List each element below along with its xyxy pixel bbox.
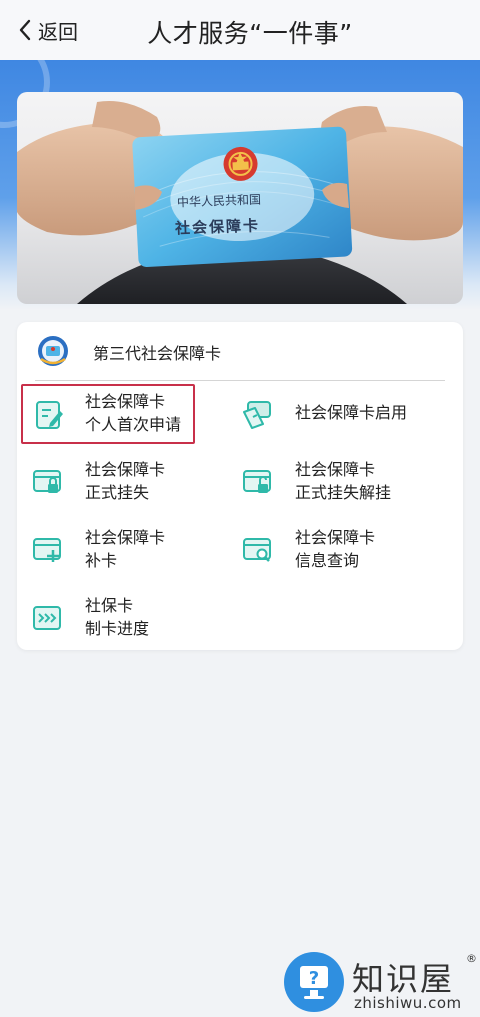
report-loss-label: 社会保障卡 正式挂失 [85, 460, 166, 502]
service-panel: 第三代社会保障卡 社会保障卡 个人首次申请 社会保障卡启用 社会保障卡 正式挂失… [17, 322, 463, 650]
watermark-domain: zhishiwu.com [354, 994, 462, 1012]
info-query-item[interactable]: 社会保障卡 信息查询 [227, 520, 427, 578]
service-panel-header: 第三代社会保障卡 [17, 322, 463, 380]
card-name-text: 社会保障卡 [174, 216, 261, 238]
card-search-icon [243, 538, 271, 562]
top-bar: 返回 人才服务“一件事” [0, 0, 480, 60]
card-progress-label: 社保卡 制卡进度 [85, 596, 150, 638]
card-progress-item[interactable]: 社保卡 制卡进度 [21, 588, 221, 646]
card-lock-icon [33, 470, 61, 493]
cancel-loss-item[interactable]: 社会保障卡 正式挂失解挂 [227, 452, 427, 510]
banner-image: 中华人民共和国 社会保障卡 [17, 92, 463, 304]
card-activate-icon [243, 401, 271, 429]
question-monitor-icon: ? [284, 952, 344, 1012]
page-title: 人才服务“一件事” [147, 19, 353, 48]
social-security-logo-icon [38, 336, 68, 366]
first-application-item[interactable]: 社会保障卡 个人首次申请 [21, 384, 195, 444]
watermark: ? 知识屋 ® zhishiwu.com [282, 948, 480, 1017]
info-query-label: 社会保障卡 信息查询 [295, 528, 376, 570]
first-application-label: 社会保障卡 个人首次申请 [85, 392, 182, 434]
divider [35, 380, 445, 381]
card-activation-label: 社会保障卡启用 [295, 403, 408, 422]
report-loss-item[interactable]: 社会保障卡 正式挂失 [21, 452, 221, 510]
svg-text:?: ? [309, 968, 319, 989]
card-country-text: 中华人民共和国 [176, 192, 262, 210]
service-panel-title: 第三代社会保障卡 [93, 344, 222, 363]
watermark-registered: ® [466, 952, 477, 965]
card-reissue-item[interactable]: 社会保障卡 补卡 [21, 520, 221, 578]
card-add-icon [33, 538, 61, 562]
card-reissue-label: 社会保障卡 补卡 [85, 528, 166, 570]
card-activation-item[interactable]: 社会保障卡启用 [227, 384, 427, 442]
cancel-loss-label: 社会保障卡 正式挂失解挂 [295, 460, 392, 502]
edit-document-icon [36, 401, 63, 429]
card-unlock-icon [243, 470, 271, 493]
card-progress-icon [33, 606, 61, 630]
